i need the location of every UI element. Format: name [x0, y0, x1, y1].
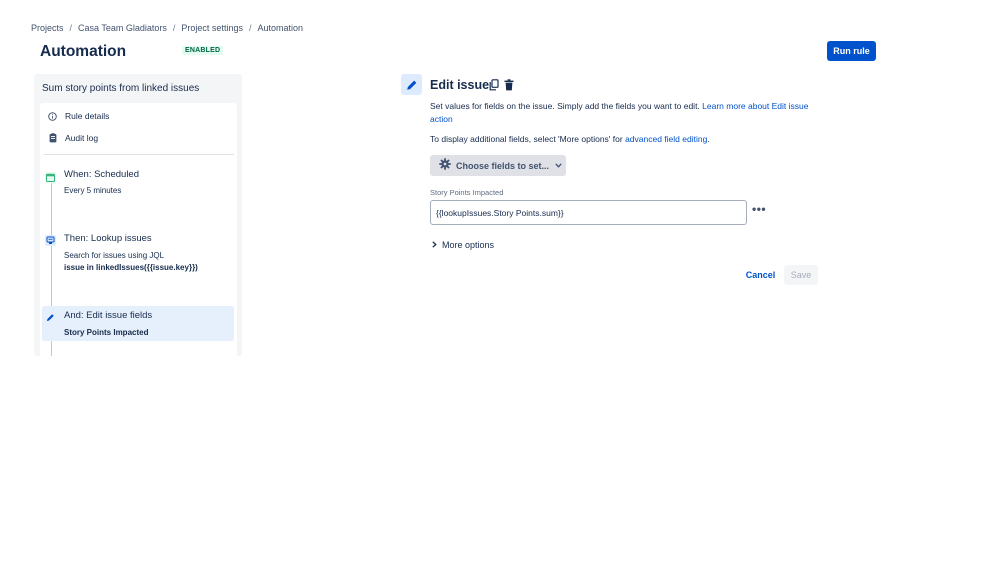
- step-title: And: Edit issue fields: [64, 310, 153, 321]
- calendar-icon: [45, 172, 56, 183]
- edit-issue-icon: [401, 74, 422, 95]
- copy-icon[interactable]: [489, 78, 499, 91]
- step-title: Then: Lookup issues: [64, 233, 152, 244]
- editor-description-2: To display additional fields, select 'Mo…: [430, 133, 830, 146]
- rule-components: Rule details Audit log When: Scheduled E…: [40, 103, 237, 356]
- action-step-edit-issue[interactable]: And: Edit issue fields Story Points Impa…: [42, 306, 234, 341]
- breadcrumb-separator: /: [248, 23, 252, 33]
- breadcrumb-separator: /: [172, 23, 176, 33]
- more-actions-icon[interactable]: •••: [752, 202, 766, 216]
- description-period: .: [707, 134, 710, 144]
- choose-fields-label: Choose fields to set...: [456, 160, 550, 171]
- chevron-right-icon: [432, 240, 437, 250]
- info-icon: [47, 111, 58, 121]
- save-button[interactable]: Save: [784, 265, 818, 285]
- page-title: Automation: [40, 43, 127, 60]
- editor-description: Set values for fields on the issue. Simp…: [430, 100, 810, 125]
- rule-details-label: Rule details: [65, 111, 110, 121]
- divider: [44, 154, 234, 155]
- breadcrumb-project-settings[interactable]: Project settings: [181, 23, 243, 33]
- choose-fields-button[interactable]: Choose fields to set...: [430, 155, 566, 176]
- breadcrumb: Projects / Casa Team Gladiators / Projec…: [31, 23, 303, 33]
- breadcrumb-project[interactable]: Casa Team Gladiators: [78, 23, 167, 33]
- breadcrumb-separator: /: [69, 23, 73, 33]
- gear-icon: [439, 158, 451, 173]
- rule-name: Sum story points from linked issues: [42, 83, 200, 94]
- clipboard-icon: [47, 133, 58, 143]
- pencil-icon: [45, 312, 56, 323]
- advanced-field-editing-link[interactable]: advanced field editing: [625, 134, 707, 144]
- rule-panel: Sum story points from linked issues Rule…: [34, 74, 242, 356]
- rule-details-link[interactable]: Rule details: [47, 109, 109, 123]
- step-detail: Story Points Impacted: [64, 328, 149, 337]
- audit-log-link[interactable]: Audit log: [47, 131, 98, 145]
- step-subtitle: Every 5 minutes: [64, 186, 122, 195]
- status-badge: ENABLED: [182, 46, 224, 55]
- step-jql: issue in linkedIssues({{issue.key}}): [64, 263, 198, 272]
- editor-title: Edit issue: [430, 78, 490, 92]
- audit-log-label: Audit log: [65, 133, 99, 143]
- lookup-icon: [45, 235, 56, 246]
- breadcrumb-automation[interactable]: Automation: [257, 23, 303, 33]
- trash-icon[interactable]: [504, 78, 514, 91]
- run-rule-button[interactable]: Run rule: [827, 41, 876, 61]
- trigger-step-scheduled[interactable]: When: Scheduled Every 5 minutes: [40, 167, 233, 207]
- cancel-button[interactable]: Cancel: [744, 266, 777, 284]
- step-subtitle: Search for issues using JQL: [64, 251, 165, 260]
- description-text: Set values for fields on the issue. Simp…: [430, 101, 703, 111]
- step-title: When: Scheduled: [64, 169, 139, 180]
- chevron-down-icon: [555, 161, 562, 170]
- more-options-toggle[interactable]: More options: [432, 240, 494, 250]
- story-points-impacted-label: Story Points Impacted: [430, 188, 504, 197]
- description-text-2: To display additional fields, select 'Mo…: [430, 134, 626, 144]
- action-step-lookup-issues[interactable]: Then: Lookup issues Search for issues us…: [40, 231, 233, 277]
- story-points-impacted-input[interactable]: [430, 200, 747, 225]
- breadcrumb-projects[interactable]: Projects: [31, 23, 64, 33]
- more-options-label: More options: [442, 240, 495, 250]
